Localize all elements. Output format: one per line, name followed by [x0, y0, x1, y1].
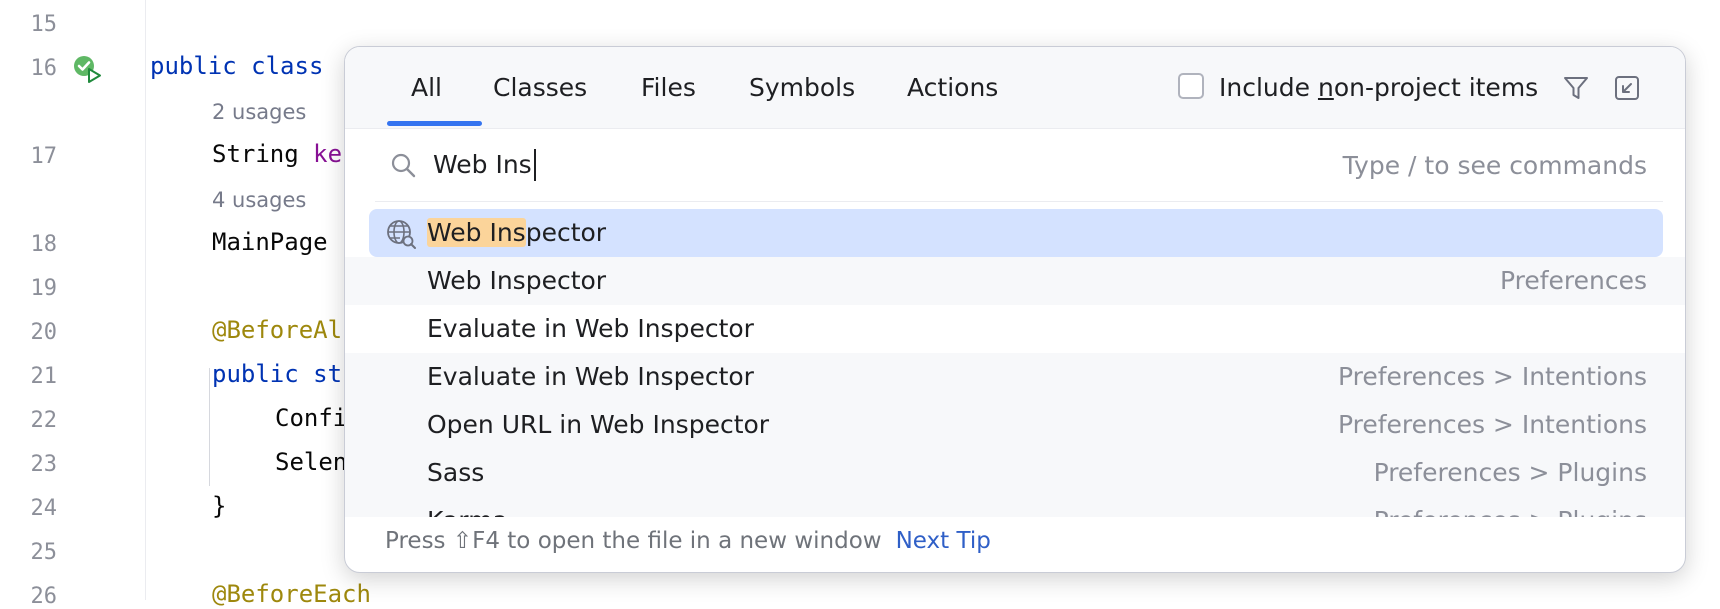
- line-number: 15: [30, 12, 58, 37]
- result-label: Sass: [427, 458, 485, 487]
- tab-classes[interactable]: Classes: [493, 47, 587, 128]
- line-number: 24: [30, 496, 58, 521]
- tip-text: Press ⇧F4 to open the file in a new wind…: [385, 528, 882, 554]
- code-line: public class: [150, 52, 324, 80]
- result-location: Preferences > Plugins: [1374, 497, 1647, 517]
- code-line: }: [212, 492, 227, 520]
- result-label: Evaluate in Web Inspector: [427, 314, 754, 343]
- line-number: 21: [30, 364, 58, 389]
- result-row[interactable]: Sass Preferences > Plugins: [345, 449, 1685, 497]
- result-row[interactable]: Evaluate in Web Inspector Preferences > …: [345, 353, 1685, 401]
- tab-symbols[interactable]: Symbols: [749, 47, 855, 128]
- search-row: Type / to see commands: [345, 129, 1685, 201]
- search-everywhere-popup: All Classes Files Symbols Actions Includ…: [344, 46, 1686, 573]
- globe-search-icon: [387, 220, 416, 249]
- include-non-project-checkbox[interactable]: [1178, 73, 1204, 99]
- code-line: @BeforeEach: [212, 580, 371, 608]
- search-hint: Type / to see commands: [1342, 151, 1647, 180]
- search-icon: [391, 153, 416, 178]
- result-label: Web Inspector: [427, 218, 607, 247]
- text-caret: [533, 149, 536, 181]
- usages-hint[interactable]: 4 usages: [212, 188, 306, 212]
- result-row[interactable]: Open URL in Web Inspector Preferences > …: [345, 401, 1685, 449]
- line-number: 18: [30, 232, 58, 257]
- run-test-icon[interactable]: [72, 54, 102, 84]
- code-line: @BeforeAl: [212, 316, 343, 344]
- search-input[interactable]: [433, 141, 1133, 187]
- code-line: Selen: [275, 448, 348, 476]
- result-row[interactable]: Karma Preferences > Plugins: [345, 497, 1685, 517]
- line-number: 26: [30, 584, 58, 609]
- match-highlight: Web Ins: [427, 218, 526, 247]
- filter-icon[interactable]: [1561, 73, 1591, 103]
- result-location: Preferences > Intentions: [1337, 362, 1647, 391]
- result-label: Karma: [427, 497, 508, 517]
- tab-files[interactable]: Files: [641, 47, 696, 128]
- line-number: 25: [30, 540, 58, 565]
- code-line: Confi: [275, 404, 348, 432]
- code-line: String ke: [212, 140, 343, 168]
- line-number: 22: [30, 408, 58, 433]
- line-number: 19: [30, 276, 58, 301]
- tab-actions[interactable]: Actions: [907, 47, 998, 128]
- result-label: Open URL in Web Inspector: [427, 410, 770, 439]
- open-in-tool-window-icon[interactable]: [1613, 74, 1641, 102]
- result-location: Preferences > Intentions: [1337, 410, 1647, 439]
- divider: [375, 201, 1663, 202]
- code-line: MainPage: [212, 228, 328, 256]
- indent-guide: [209, 368, 210, 486]
- result-location: Preferences > Plugins: [1373, 458, 1647, 487]
- line-number-gutter: 15 16 17 18 19 20 21 22 23 24 25 26: [0, 0, 146, 609]
- line-number: 23: [30, 452, 58, 477]
- line-number: 20: [30, 320, 58, 345]
- results-list[interactable]: Web Inspector Web Inspector Preferences …: [345, 209, 1685, 517]
- code-line: public st: [212, 360, 343, 388]
- result-row[interactable]: Web Inspector: [345, 209, 1685, 257]
- tip-footer: Press ⇧F4 to open the file in a new wind…: [345, 518, 1685, 572]
- tab-bar: All Classes Files Symbols Actions Includ…: [345, 47, 1685, 129]
- result-row[interactable]: Web Inspector Preferences: [345, 257, 1685, 305]
- usages-hint[interactable]: 2 usages: [212, 100, 306, 124]
- line-number: 17: [30, 144, 58, 169]
- result-row[interactable]: Evaluate in Web Inspector: [345, 305, 1685, 353]
- result-label: Web Inspector: [427, 266, 607, 295]
- next-tip-link[interactable]: Next Tip: [896, 518, 991, 564]
- result-location: Preferences: [1499, 266, 1647, 295]
- include-non-project-label[interactable]: Include non-project items: [1219, 47, 1538, 129]
- tab-all[interactable]: All: [387, 47, 482, 128]
- result-label: Evaluate in Web Inspector: [427, 362, 754, 391]
- line-number: 16: [30, 56, 58, 81]
